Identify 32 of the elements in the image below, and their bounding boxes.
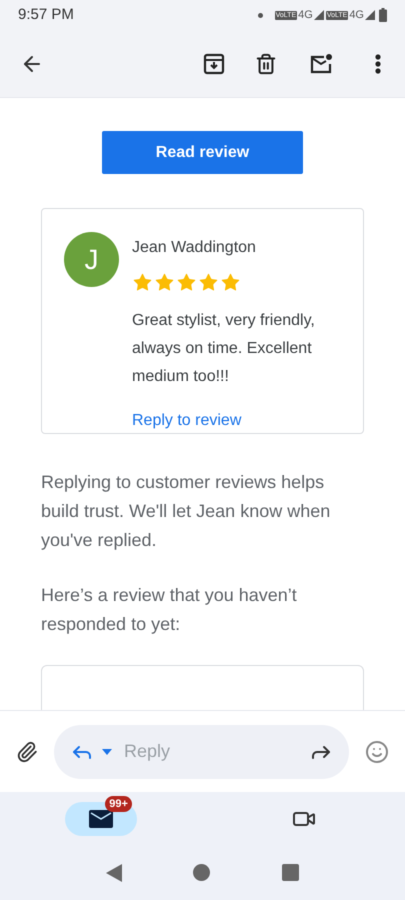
star-icon: [154, 272, 175, 293]
review-text: Great stylist, very friendly, always on time. Excellent medium too!!!: [132, 311, 316, 387]
network-type: 4G: [298, 8, 313, 23]
star-icon: [220, 272, 241, 293]
battery-icon: [379, 8, 387, 22]
body-paragraph: Replying to customer reviews helps build trust. We'll let Jean know when you've replied.: [41, 471, 332, 552]
attach-button[interactable]: [16, 740, 38, 762]
star-icon: [176, 272, 197, 293]
mark-unread-button[interactable]: [309, 52, 333, 76]
signal-icon: [314, 10, 324, 20]
star-icon: [132, 272, 153, 293]
read-review-button[interactable]: Read review: [102, 131, 303, 174]
emoji-button[interactable]: [365, 740, 389, 764]
reply-to-review-link[interactable]: Reply to review: [132, 409, 242, 433]
star-icon: [198, 272, 219, 293]
caret-icon: [102, 748, 112, 754]
status-time: 9:57 PM: [18, 4, 74, 25]
more-icon: [375, 54, 381, 74]
delete-button[interactable]: [255, 52, 277, 74]
reply-field[interactable]: Reply: [54, 724, 349, 778]
unread-count: 99+: [105, 796, 132, 812]
body-paragraph: Here’s a review that you haven’t responded to yet:: [41, 584, 298, 636]
archive-button[interactable]: [203, 52, 225, 74]
avatar: J: [64, 232, 119, 287]
signal-icon: [365, 10, 375, 20]
reply-input[interactable]: Reply: [124, 738, 294, 765]
reviewer-name: Jean Waddington: [132, 238, 257, 258]
recents-nav-icon[interactable]: [282, 864, 300, 881]
back-nav-icon[interactable]: [106, 864, 122, 882]
home-nav-icon[interactable]: [193, 864, 210, 881]
mail-icon: [89, 810, 114, 828]
network-type: 4G: [349, 8, 364, 23]
